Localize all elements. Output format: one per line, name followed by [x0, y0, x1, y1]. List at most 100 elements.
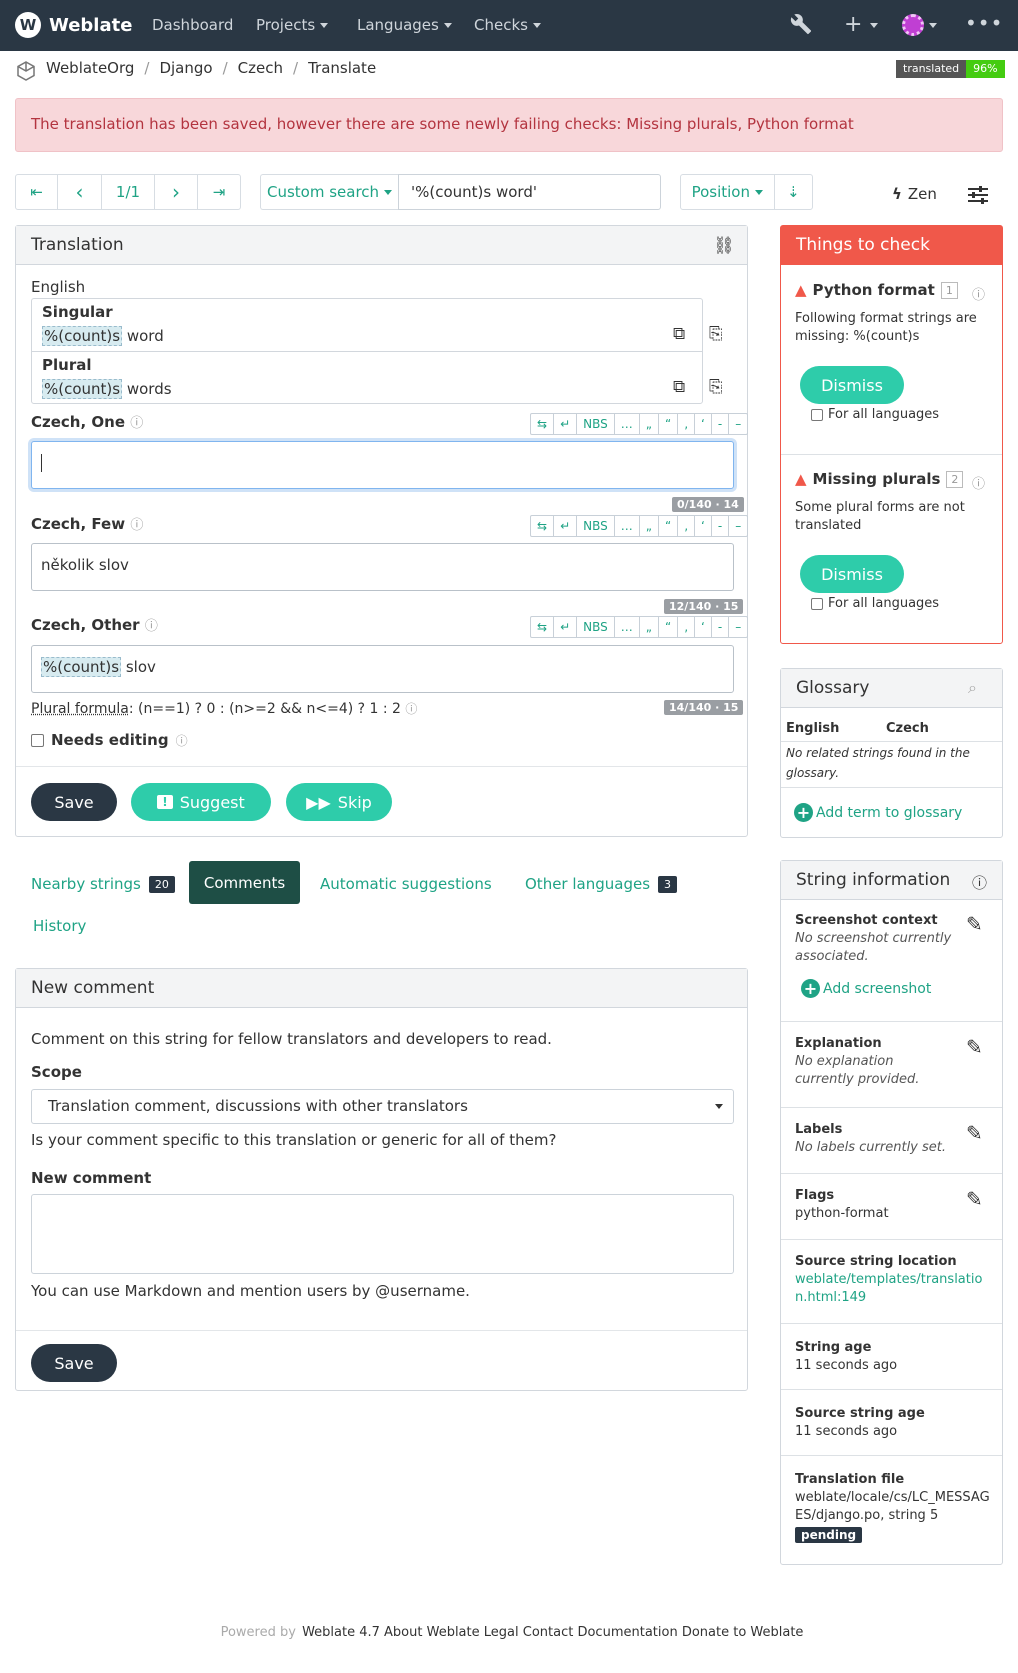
translation-input-other[interactable]: %(count)s slov — [31, 645, 734, 693]
target-label-few: Czech, Few ⓘ — [31, 515, 144, 533]
wrench-icon[interactable] — [790, 13, 812, 39]
comment-save-button[interactable]: Save — [31, 1344, 117, 1382]
source-location-link[interactable]: weblate/templates/translation.html:149 — [795, 1272, 982, 1305]
copy-icon[interactable]: ⧉ — [673, 324, 685, 344]
newline-icon[interactable]: ↵ — [554, 617, 578, 637]
breadcrumb-current: Translate — [308, 59, 377, 77]
scope-help: Is your comment specific to this transla… — [31, 1131, 557, 1149]
suggest-button[interactable]: ! Suggest — [131, 783, 271, 821]
for-all-languages-checkbox[interactable]: For all languages — [811, 407, 939, 422]
search-dropdown[interactable]: Custom search — [260, 174, 398, 210]
glossary-panel: Glossary ⌕ English Czech No related stri… — [780, 668, 1003, 838]
string-info-panel: String information ⓘ Screenshot context N… — [780, 860, 1003, 1565]
add-term-button[interactable]: + Add term to glossary — [794, 803, 962, 822]
info-icon[interactable]: ⓘ — [972, 473, 985, 492]
source-form-label: Singular — [42, 303, 113, 321]
editor-toolbar: ⇆ ↵ NBS… „ “‚ ‘- – — [530, 413, 749, 435]
add-menu[interactable]: + — [844, 12, 879, 37]
info-icon: ⓘ — [130, 518, 144, 533]
newline-icon[interactable]: ↵ — [554, 516, 578, 536]
edit-pencil-icon[interactable]: ✎ — [966, 1121, 983, 1145]
clone-source-icon[interactable]: ⎘ — [709, 377, 723, 397]
char-counter: 12/140 · 15 — [664, 599, 744, 614]
nav-dashboard[interactable]: Dashboard — [152, 16, 233, 34]
footer-weblate-version[interactable]: Weblate 4.7 — [302, 1625, 380, 1640]
link-icon[interactable]: ⛓ — [713, 236, 735, 256]
char-counter: 0/140 · 14 — [672, 497, 744, 512]
brand-name: Weblate — [49, 14, 133, 36]
edit-pencil-icon[interactable]: ✎ — [966, 1035, 983, 1059]
newline-icon[interactable]: ↵ — [554, 414, 578, 434]
copy-source-icon[interactable]: ⇆ — [531, 516, 555, 536]
editor-toolbar: ⇆ ↵ NBS… „ “‚ ‘- – — [530, 515, 749, 537]
edit-pencil-icon[interactable]: ✎ — [966, 1187, 983, 1211]
comment-intro: Comment on this string for fellow transl… — [31, 1030, 552, 1048]
checkbox[interactable] — [31, 733, 44, 747]
info-icon: ⓘ — [130, 416, 144, 431]
translation-panel: Translation ⛓ English Singular %(count)s… — [15, 225, 749, 837]
footer-legal[interactable]: Legal — [484, 1625, 519, 1640]
dismiss-button[interactable]: Dismiss — [800, 366, 904, 404]
footer-donate[interactable]: Donate to Weblate — [682, 1625, 804, 1640]
needs-editing-checkbox[interactable]: Needs editing ⓘ — [31, 731, 188, 749]
last-string-button[interactable]: ⇥ — [198, 175, 240, 209]
copy-icon[interactable]: ⧉ — [673, 377, 685, 397]
more-menu-icon[interactable]: ••• — [965, 11, 1003, 35]
footer-about[interactable]: About Weblate — [384, 1625, 480, 1640]
translation-input-few[interactable]: několik slov — [31, 543, 734, 591]
pending-badge: pending — [795, 1527, 863, 1543]
failing-checks-alert: The translation has been saved, however … — [15, 98, 1003, 152]
tab-automatic-suggestions[interactable]: Automatic suggestions — [320, 875, 492, 893]
copy-source-icon[interactable]: ⇆ — [531, 414, 555, 434]
position-indicator: 1/1 — [102, 175, 155, 209]
tab-other-languages[interactable]: Other languages 3 — [525, 875, 678, 893]
info-icon: ⓘ — [405, 702, 418, 716]
tab-nearby-strings[interactable]: Nearby strings 20 — [31, 875, 175, 893]
user-menu[interactable] — [902, 14, 937, 36]
translation-panel-header: Translation — [16, 226, 747, 265]
footer: Powered by Weblate 4.7 About Weblate Leg… — [220, 1625, 804, 1640]
source-text: %(count)s words — [42, 379, 172, 399]
edit-pencil-icon[interactable]: ✎ — [966, 912, 983, 936]
status-badge[interactable]: translated 96% — [896, 60, 1005, 78]
first-string-button[interactable]: ⇤ — [16, 175, 58, 209]
breadcrumb-language[interactable]: Czech — [238, 59, 283, 77]
breadcrumb-project[interactable]: WeblateOrg — [46, 59, 134, 77]
brand-link[interactable]: W Weblate — [15, 12, 132, 38]
nav-languages[interactable]: Languages — [357, 16, 452, 34]
translation-input-one[interactable] — [31, 441, 734, 489]
add-screenshot-button[interactable]: + Add screenshot — [801, 979, 931, 998]
sort-dropdown[interactable]: Position — [681, 175, 775, 209]
settings-sliders-icon[interactable] — [968, 186, 988, 208]
sort-direction-icon[interactable]: ⇣ — [775, 175, 812, 209]
breadcrumb: WeblateOrg / Django / Czech / Translate — [46, 59, 377, 77]
avatar — [902, 14, 924, 36]
breadcrumb-component[interactable]: Django — [159, 59, 212, 77]
clone-source-icon[interactable]: ⎘ — [709, 324, 723, 344]
comment-textarea[interactable] — [31, 1194, 734, 1274]
previous-string-button[interactable]: ‹ — [58, 175, 102, 209]
footer-contact[interactable]: Contact — [523, 1625, 574, 1640]
save-button[interactable]: Save — [31, 783, 117, 821]
info-icon[interactable]: ⓘ — [972, 284, 985, 303]
sort-group: Position ⇣ — [680, 174, 813, 210]
copy-source-icon[interactable]: ⇆ — [531, 617, 555, 637]
tab-history[interactable]: History — [33, 917, 86, 935]
search-input[interactable]: '%(count)s word' — [398, 174, 661, 210]
for-all-languages-checkbox[interactable]: For all languages — [811, 596, 939, 611]
nav-projects[interactable]: Projects — [256, 16, 329, 34]
warning-icon: ▲ — [795, 470, 807, 488]
tab-comments[interactable]: Comments — [189, 861, 300, 904]
next-string-button[interactable]: › — [155, 175, 198, 209]
zen-mode-button[interactable]: ϟ Zen — [892, 185, 937, 203]
scope-select[interactable]: Translation comment, discussions with ot… — [31, 1089, 734, 1124]
dismiss-button[interactable]: Dismiss — [800, 555, 904, 593]
footer-documentation[interactable]: Documentation — [577, 1625, 677, 1640]
weblate-logo-icon: W — [15, 12, 41, 38]
editor-toolbar: ⇆ ↵ NBS… „ “‚ ‘- – — [530, 616, 749, 638]
skip-button[interactable]: ▶▶ Skip — [286, 783, 392, 821]
search-glossary-icon[interactable]: ⌕ — [968, 678, 977, 698]
info-icon[interactable]: ⓘ — [972, 872, 987, 893]
top-navbar: W Weblate Dashboard Projects Languages C… — [0, 0, 1018, 51]
nav-checks[interactable]: Checks — [474, 16, 541, 34]
